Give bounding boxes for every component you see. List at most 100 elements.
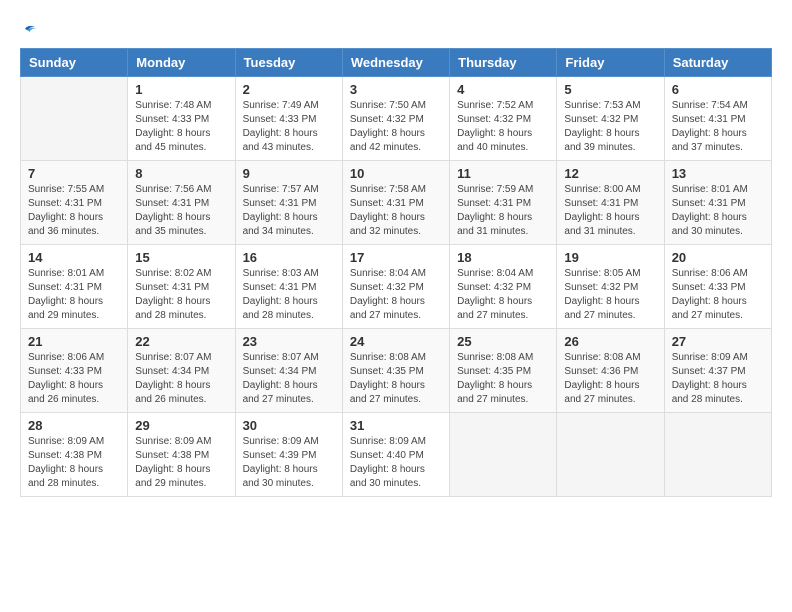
calendar-cell: 9 Sunrise: 7:57 AM Sunset: 4:31 PM Daylig… [235,161,342,245]
day-info: Sunrise: 8:08 AM Sunset: 4:35 PM Dayligh… [457,351,549,407]
calendar-table: SundayMondayTuesdayWednesdayThursdayFrid… [20,48,772,497]
logo [20,20,40,38]
page-header [20,20,772,38]
calendar-cell: 24Sunrise: 8:08 AM Sunset: 4:35 PM Dayli… [342,329,449,413]
day-number: 20 [672,250,764,265]
weekday-header-friday: Friday [557,49,664,77]
day-number: 7 [28,166,120,181]
day-info: Sunrise: 8:07 AM Sunset: 4:34 PM Dayligh… [135,351,227,407]
day-number: 29 [135,418,227,433]
weekday-header-monday: Monday [128,49,235,77]
day-number: 11 [457,166,549,181]
day-info: Sunrise: 7:50 AM Sunset: 4:32 PM Dayligh… [350,99,442,155]
day-number: 19 [564,250,656,265]
day-info: Sunrise: 8:06 AM Sunset: 4:33 PM Dayligh… [28,351,120,407]
calendar-week-row: 1 Sunrise: 7:48 AM Sunset: 4:33 PM Daylig… [21,77,772,161]
day-number: 13 [672,166,764,181]
calendar-cell: 3 Sunrise: 7:50 AM Sunset: 4:32 PM Daylig… [342,77,449,161]
day-info: Sunrise: 8:09 AM Sunset: 4:37 PM Dayligh… [672,351,764,407]
calendar-cell: 1 Sunrise: 7:48 AM Sunset: 4:33 PM Daylig… [128,77,235,161]
day-number: 14 [28,250,120,265]
calendar-cell: 23 Sunrise: 8:07 AM Sunset: 4:34 PM Dayli… [235,329,342,413]
calendar-cell: 26Sunrise: 8:08 AM Sunset: 4:36 PM Dayli… [557,329,664,413]
calendar-cell: 15 Sunrise: 8:02 AM Sunset: 4:31 PM Dayli… [128,245,235,329]
calendar-week-row: 28Sunrise: 8:09 AM Sunset: 4:38 PM Dayli… [21,413,772,497]
calendar-cell: 6 Sunrise: 7:54 AM Sunset: 4:31 PM Daylig… [664,77,771,161]
logo-bird-icon [22,20,40,38]
calendar-cell: 22Sunrise: 8:07 AM Sunset: 4:34 PM Dayli… [128,329,235,413]
day-number: 2 [243,82,335,97]
calendar-cell [450,413,557,497]
day-number: 21 [28,334,120,349]
calendar-cell: 19 Sunrise: 8:05 AM Sunset: 4:32 PM Dayli… [557,245,664,329]
day-number: 24 [350,334,442,349]
calendar-cell: 2 Sunrise: 7:49 AM Sunset: 4:33 PM Daylig… [235,77,342,161]
day-number: 15 [135,250,227,265]
calendar-cell [664,413,771,497]
day-info: Sunrise: 8:06 AM Sunset: 4:33 PM Dayligh… [672,267,764,323]
day-info: Sunrise: 7:49 AM Sunset: 4:33 PM Dayligh… [243,99,335,155]
day-number: 23 [243,334,335,349]
calendar-cell: 21 Sunrise: 8:06 AM Sunset: 4:33 PM Dayli… [21,329,128,413]
day-info: Sunrise: 7:54 AM Sunset: 4:31 PM Dayligh… [672,99,764,155]
weekday-header-wednesday: Wednesday [342,49,449,77]
weekday-header-saturday: Saturday [664,49,771,77]
calendar-header-row: SundayMondayTuesdayWednesdayThursdayFrid… [21,49,772,77]
weekday-header-tuesday: Tuesday [235,49,342,77]
day-number: 10 [350,166,442,181]
day-number: 27 [672,334,764,349]
day-info: Sunrise: 8:02 AM Sunset: 4:31 PM Dayligh… [135,267,227,323]
calendar-cell: 14 Sunrise: 8:01 AM Sunset: 4:31 PM Dayli… [21,245,128,329]
day-info: Sunrise: 8:05 AM Sunset: 4:32 PM Dayligh… [564,267,656,323]
weekday-header-sunday: Sunday [21,49,128,77]
day-info: Sunrise: 8:01 AM Sunset: 4:31 PM Dayligh… [672,183,764,239]
day-info: Sunrise: 8:09 AM Sunset: 4:38 PM Dayligh… [135,435,227,491]
day-info: Sunrise: 8:07 AM Sunset: 4:34 PM Dayligh… [243,351,335,407]
calendar-week-row: 7 Sunrise: 7:55 AM Sunset: 4:31 PM Daylig… [21,161,772,245]
day-info: Sunrise: 7:59 AM Sunset: 4:31 PM Dayligh… [457,183,549,239]
day-info: Sunrise: 7:48 AM Sunset: 4:33 PM Dayligh… [135,99,227,155]
day-number: 3 [350,82,442,97]
calendar-cell: 7 Sunrise: 7:55 AM Sunset: 4:31 PM Daylig… [21,161,128,245]
weekday-header-thursday: Thursday [450,49,557,77]
calendar-cell [557,413,664,497]
day-info: Sunrise: 8:09 AM Sunset: 4:40 PM Dayligh… [350,435,442,491]
day-number: 25 [457,334,549,349]
calendar-cell: 30Sunrise: 8:09 AM Sunset: 4:39 PM Dayli… [235,413,342,497]
day-number: 9 [243,166,335,181]
day-number: 18 [457,250,549,265]
day-info: Sunrise: 7:57 AM Sunset: 4:31 PM Dayligh… [243,183,335,239]
calendar-cell: 13 Sunrise: 8:01 AM Sunset: 4:31 PM Dayli… [664,161,771,245]
day-info: Sunrise: 7:52 AM Sunset: 4:32 PM Dayligh… [457,99,549,155]
calendar-cell: 5 Sunrise: 7:53 AM Sunset: 4:32 PM Daylig… [557,77,664,161]
calendar-cell: 28Sunrise: 8:09 AM Sunset: 4:38 PM Dayli… [21,413,128,497]
day-number: 4 [457,82,549,97]
calendar-cell: 4 Sunrise: 7:52 AM Sunset: 4:32 PM Daylig… [450,77,557,161]
day-info: Sunrise: 8:04 AM Sunset: 4:32 PM Dayligh… [457,267,549,323]
day-number: 6 [672,82,764,97]
day-info: Sunrise: 8:09 AM Sunset: 4:38 PM Dayligh… [28,435,120,491]
day-info: Sunrise: 7:55 AM Sunset: 4:31 PM Dayligh… [28,183,120,239]
calendar-cell: 10 Sunrise: 7:58 AM Sunset: 4:31 PM Dayli… [342,161,449,245]
day-info: Sunrise: 8:09 AM Sunset: 4:39 PM Dayligh… [243,435,335,491]
calendar-week-row: 21 Sunrise: 8:06 AM Sunset: 4:33 PM Dayli… [21,329,772,413]
calendar-cell [21,77,128,161]
day-info: Sunrise: 8:03 AM Sunset: 4:31 PM Dayligh… [243,267,335,323]
day-number: 5 [564,82,656,97]
day-info: Sunrise: 7:56 AM Sunset: 4:31 PM Dayligh… [135,183,227,239]
day-info: Sunrise: 8:01 AM Sunset: 4:31 PM Dayligh… [28,267,120,323]
calendar-cell: 16 Sunrise: 8:03 AM Sunset: 4:31 PM Dayli… [235,245,342,329]
day-number: 16 [243,250,335,265]
calendar-cell: 11 Sunrise: 7:59 AM Sunset: 4:31 PM Dayli… [450,161,557,245]
day-number: 1 [135,82,227,97]
calendar-week-row: 14 Sunrise: 8:01 AM Sunset: 4:31 PM Dayli… [21,245,772,329]
day-info: Sunrise: 7:58 AM Sunset: 4:31 PM Dayligh… [350,183,442,239]
calendar-cell: 29 Sunrise: 8:09 AM Sunset: 4:38 PM Dayli… [128,413,235,497]
day-info: Sunrise: 8:08 AM Sunset: 4:36 PM Dayligh… [564,351,656,407]
calendar-cell: 25 Sunrise: 8:08 AM Sunset: 4:35 PM Dayli… [450,329,557,413]
calendar-cell: 18 Sunrise: 8:04 AM Sunset: 4:32 PM Dayli… [450,245,557,329]
calendar-cell: 8Sunrise: 7:56 AM Sunset: 4:31 PM Daylig… [128,161,235,245]
day-info: Sunrise: 7:53 AM Sunset: 4:32 PM Dayligh… [564,99,656,155]
day-number: 17 [350,250,442,265]
day-info: Sunrise: 8:04 AM Sunset: 4:32 PM Dayligh… [350,267,442,323]
